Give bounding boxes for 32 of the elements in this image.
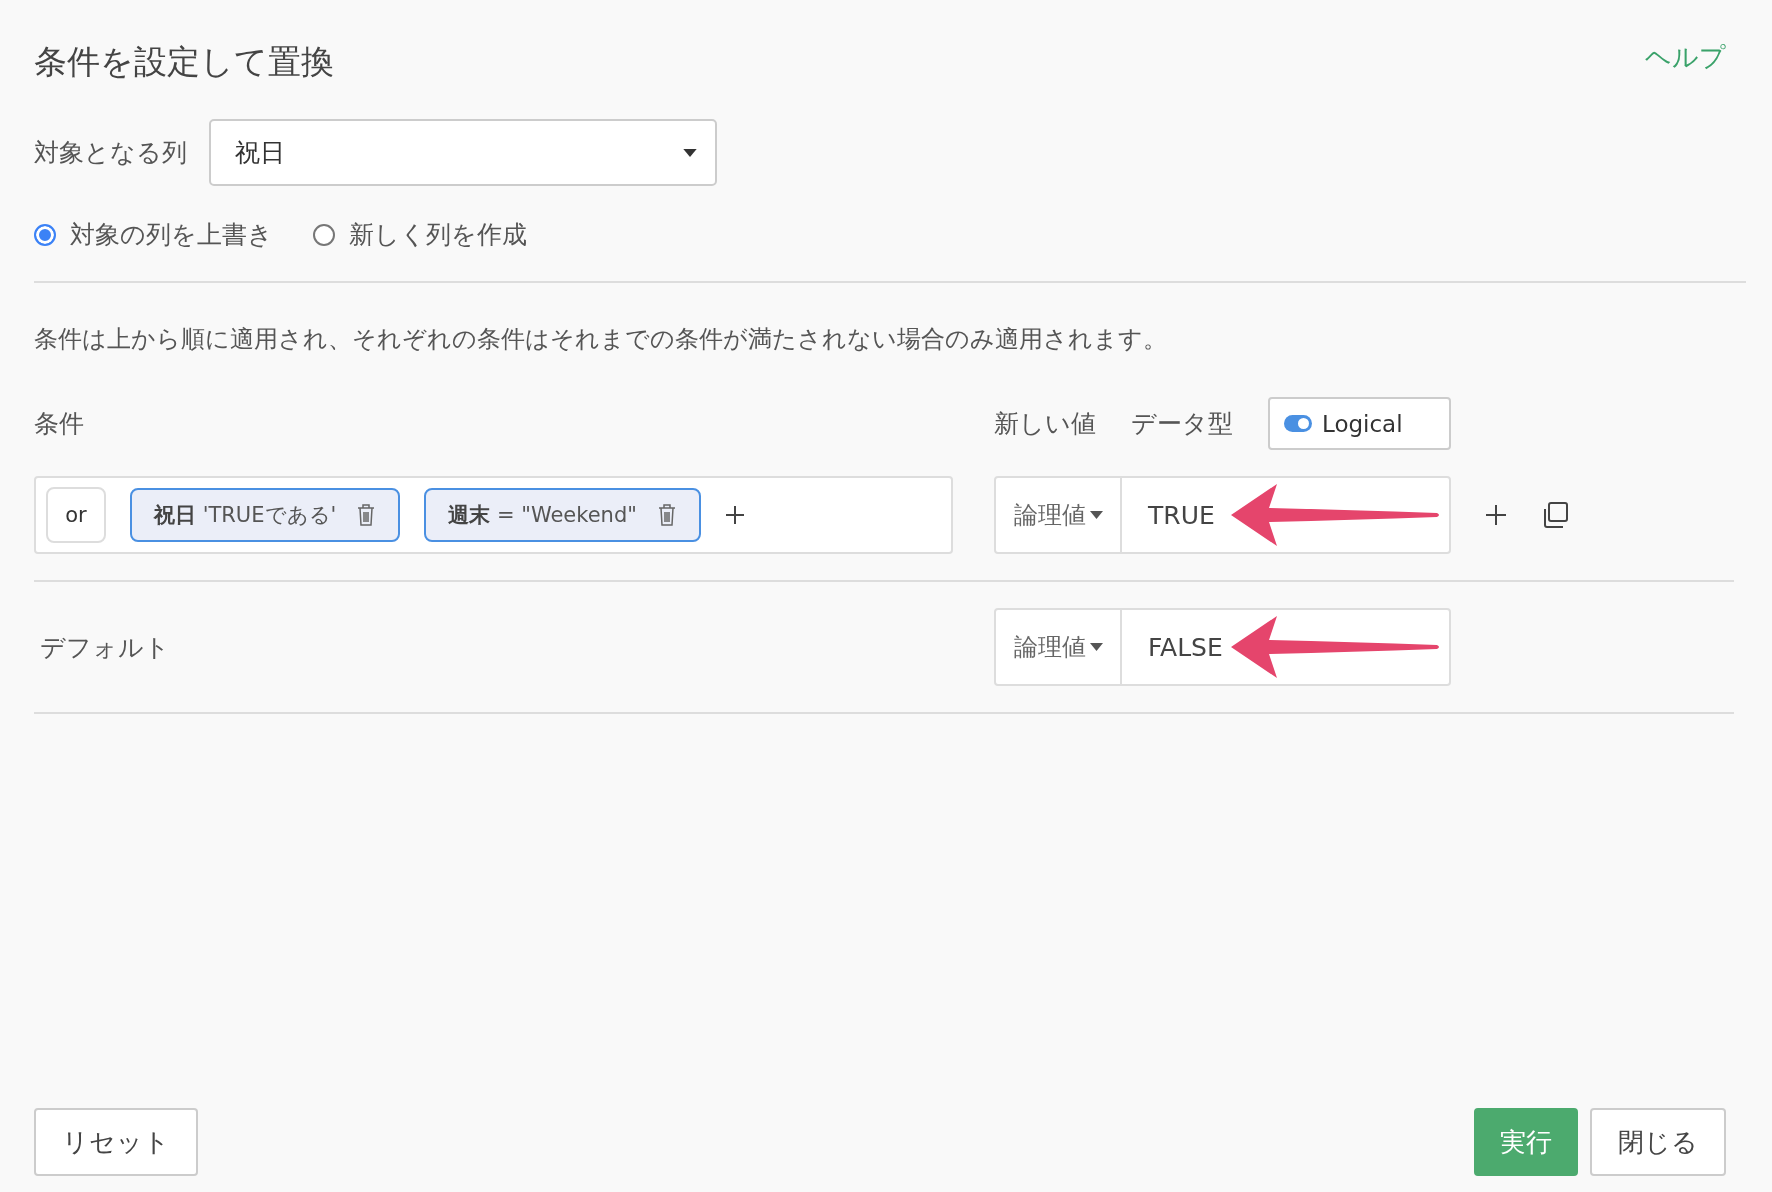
trash-icon[interactable] <box>356 503 377 527</box>
condition-chip[interactable]: 祝日 'TRUEである' <box>130 488 401 542</box>
add-condition-icon[interactable] <box>724 505 745 525</box>
radio-button[interactable] <box>34 223 56 246</box>
add-row-icon[interactable] <box>1485 504 1507 526</box>
description-text: 条件は上から順に適用され、それぞれの条件はそれまでの条件が満たされない場合のみ適用されます。 <box>34 324 1168 355</box>
reset-button[interactable]: リセット <box>34 1108 198 1176</box>
value-dropdown[interactable]: TRUE <box>1148 500 1215 530</box>
target-column-label: 対象となる列 <box>34 137 187 169</box>
condition-text: 祝日 'TRUEである' <box>154 502 337 529</box>
operator-button[interactable]: or <box>46 487 106 543</box>
value-type-dropdown[interactable]: 論理値 <box>996 610 1122 684</box>
condition-text: 週末 = "Weekend" <box>448 502 637 529</box>
value-dropdown[interactable]: FALSE <box>1148 632 1223 662</box>
caret-icon <box>1089 643 1103 651</box>
target-column-dropdown[interactable]: 祝日 <box>209 119 717 186</box>
value-type-dropdown[interactable]: 論理値 <box>996 478 1122 552</box>
default-label: デフォルト <box>39 631 170 664</box>
close-button[interactable]: 閉じる <box>1590 1108 1726 1176</box>
copy-icon[interactable] <box>1541 501 1569 529</box>
condition-header: 条件 <box>34 408 84 440</box>
radio-option[interactable]: 新しく列を作成 <box>313 218 527 251</box>
new-value-header: 新しい値 <box>994 408 1096 440</box>
caret-icon <box>683 148 697 157</box>
condition-chip[interactable]: 週末 = "Weekend" <box>424 488 701 542</box>
dialog-title: 条件を設定して置換 <box>34 41 334 83</box>
data-type-toggle[interactable]: Logical <box>1268 397 1451 450</box>
radio-option[interactable]: 対象の列を上書き <box>34 218 273 251</box>
radio-button[interactable] <box>313 223 335 246</box>
data-type-header: データ型 <box>1131 408 1233 440</box>
trash-icon[interactable] <box>656 503 677 527</box>
caret-icon <box>1089 511 1103 519</box>
